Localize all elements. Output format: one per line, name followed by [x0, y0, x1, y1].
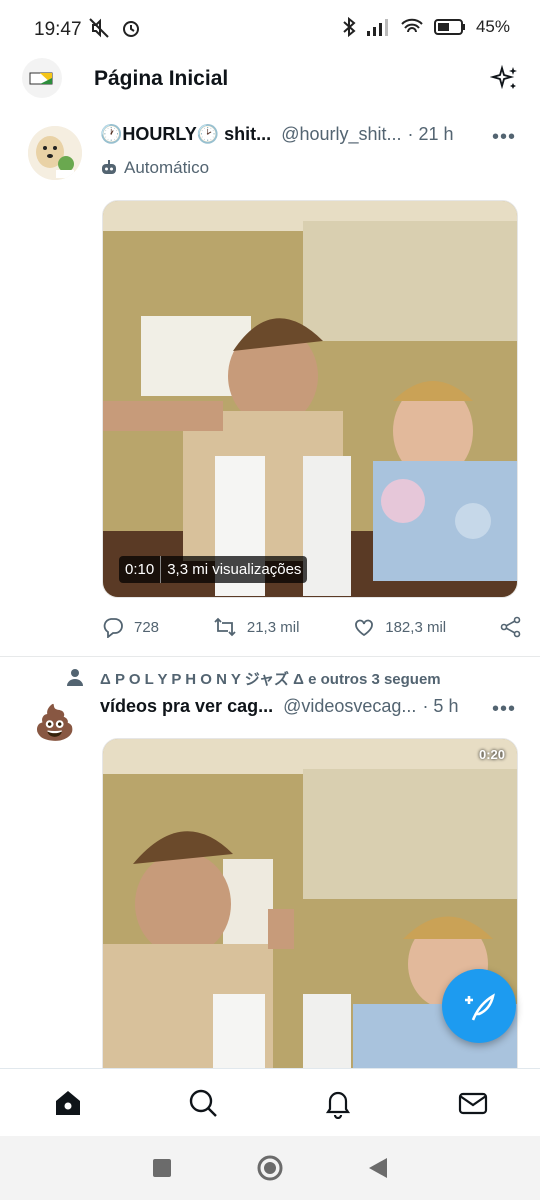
social-context[interactable]: Δ P O L Y P H O N Y ジャズ Δ e outros 3 seg…	[100, 668, 441, 689]
page-title: Página Inicial	[94, 67, 229, 90]
tweet-divider	[0, 656, 540, 657]
bot-icon	[102, 160, 116, 174]
bottom-navigation	[0, 1068, 540, 1136]
more-options-button[interactable]: •••	[492, 126, 516, 149]
share-button[interactable]	[500, 616, 522, 638]
battery-level: 45%	[475, 17, 510, 36]
author-name[interactable]: 🕐HOURLY🕑 shit...	[100, 124, 271, 145]
video-duration: 0:20	[478, 747, 505, 762]
retweet-count: 21,3 mil	[246, 618, 300, 636]
status-time: 19:47	[34, 19, 82, 40]
author-handle: @hourly_shit...	[281, 124, 402, 144]
bluetooth-icon	[343, 16, 356, 38]
share-icon	[500, 616, 521, 638]
home-circle-icon[interactable]	[256, 1154, 284, 1182]
sparkle-icon[interactable]	[490, 64, 520, 94]
tweet-actions: 728 21,3 mil 182,3 mil	[102, 616, 522, 638]
heart-icon	[355, 619, 374, 637]
automated-label: Automático	[100, 158, 209, 178]
video-views: 3,3 mi visualizações	[167, 561, 302, 578]
reply-icon	[103, 618, 123, 638]
person-icon	[67, 669, 83, 686]
system-navigation	[0, 1136, 540, 1200]
automated-text: Automático	[124, 158, 210, 177]
messages-icon[interactable]	[457, 1087, 489, 1119]
mute-icon	[89, 18, 109, 38]
alarm-icon	[123, 21, 139, 37]
compose-feather-icon	[465, 993, 495, 1021]
like-button[interactable]: 182,3 mil	[353, 616, 446, 638]
signal-icon	[366, 19, 388, 36]
back-icon[interactable]	[367, 1156, 389, 1180]
reply-button[interactable]: 728	[102, 616, 159, 638]
author-handle: @videosvecag...	[283, 696, 417, 716]
like-count: 182,3 mil	[385, 618, 447, 636]
reply-count: 728	[134, 618, 160, 636]
retweet-button[interactable]: 21,3 mil	[213, 616, 300, 638]
author-name[interactable]: vídeos pra ver cag...	[100, 696, 273, 717]
retweet-icon	[214, 617, 236, 637]
battery-icon	[433, 19, 465, 35]
home-icon[interactable]	[52, 1087, 84, 1119]
search-icon[interactable]	[187, 1087, 219, 1119]
tweet-time: · 21 h	[407, 124, 454, 144]
wifi-icon	[401, 18, 423, 33]
video-player[interactable]: 0:10 3,3 mi visualizações	[102, 200, 518, 598]
compose-tweet-button[interactable]	[442, 969, 516, 1043]
recents-icon[interactable]	[151, 1157, 173, 1179]
my-avatar[interactable]	[22, 58, 62, 98]
top-bar: Página Inicial	[0, 50, 540, 112]
more-options-button[interactable]: •••	[492, 698, 516, 721]
tweet-time: · 5 h	[422, 696, 459, 716]
notifications-icon[interactable]	[322, 1087, 354, 1119]
video-duration: 0:10	[125, 561, 155, 578]
tweet-card[interactable]: 🕐HOURLY🕑 shit... @hourly_shit... · 21 h …	[0, 114, 540, 654]
video-thumbnail	[103, 201, 517, 597]
author-avatar[interactable]: 💩	[28, 696, 82, 750]
author-avatar[interactable]	[28, 126, 82, 180]
video-info-overlay: 0:10 3,3 mi visualizações	[119, 556, 308, 583]
